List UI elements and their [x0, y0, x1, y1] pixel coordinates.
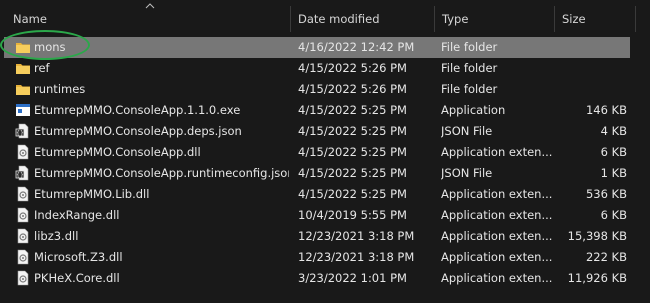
dll-icon	[15, 228, 31, 244]
file-type: File folder	[441, 61, 498, 75]
file-row[interactable]: mons 4/16/2022 12:42 PM File folder	[4, 37, 630, 58]
file-name: libz3.dll	[34, 229, 79, 243]
file-row[interactable]: {} EtumrepMMO.ConsoleApp.runtimeconfig.js…	[0, 163, 632, 184]
file-type: File folder	[441, 82, 498, 96]
file-size: 11,926 KB	[567, 271, 627, 285]
column-divider[interactable]	[434, 6, 435, 32]
file-type: Application exten...	[441, 250, 553, 264]
file-row[interactable]: IndexRange.dll 10/4/2019 5:55 PM Applicati…	[0, 205, 632, 226]
column-divider[interactable]	[554, 6, 555, 32]
exe-icon	[15, 102, 31, 118]
file-type: File folder	[441, 40, 498, 54]
file-row[interactable]: EtumrepMMO.Lib.dll 4/15/2022 5:25 PM Appli…	[0, 184, 632, 205]
file-type: Application exten...	[441, 187, 553, 201]
file-size: 536 KB	[585, 187, 627, 201]
file-size: 222 KB	[585, 250, 627, 264]
file-name: EtumrepMMO.ConsoleApp.runtimeconfig.json	[34, 166, 289, 180]
column-header-name[interactable]: Name	[13, 12, 47, 26]
file-date-modified: 4/15/2022 5:26 PM	[298, 61, 407, 75]
column-header-type[interactable]: Type	[442, 12, 468, 26]
file-row[interactable]: {} EtumrepMMO.ConsoleApp.deps.json 4/15/20…	[0, 121, 632, 142]
file-date-modified: 4/16/2022 12:42 PM	[298, 40, 415, 54]
column-header-size[interactable]: Size	[562, 12, 586, 26]
file-type: JSON File	[441, 124, 493, 138]
file-date-modified: 4/15/2022 5:26 PM	[298, 82, 407, 96]
file-name: EtumrepMMO.ConsoleApp.dll	[34, 145, 201, 159]
file-row[interactable]: Microsoft.Z3.dll 12/23/2021 3:18 PM Applic…	[0, 247, 632, 268]
file-date-modified: 4/15/2022 5:25 PM	[298, 124, 407, 138]
folder-icon	[15, 60, 31, 76]
dll-icon	[15, 186, 31, 202]
dll-icon	[15, 249, 31, 265]
file-row[interactable]: EtumrepMMO.ConsoleApp.1.1.0.exe 4/15/2022…	[0, 100, 632, 121]
file-row[interactable]: EtumrepMMO.ConsoleApp.dll 4/15/2022 5:25 …	[0, 142, 632, 163]
file-type: Application exten...	[441, 145, 553, 159]
file-type: Application exten...	[441, 229, 553, 243]
file-size: 146 KB	[585, 103, 627, 117]
file-row[interactable]: libz3.dll 12/23/2021 3:18 PM Application e…	[0, 226, 632, 247]
file-date-modified: 4/15/2022 5:25 PM	[298, 145, 407, 159]
dll-icon	[15, 144, 31, 160]
file-date-modified: 10/4/2019 5:55 PM	[298, 208, 407, 222]
json-icon: {}	[15, 165, 31, 181]
file-type: JSON File	[441, 166, 493, 180]
file-row[interactable]: ref 4/15/2022 5:26 PM File folder	[0, 58, 632, 79]
file-size: 6 KB	[600, 208, 627, 222]
folder-icon	[15, 81, 31, 97]
dll-icon	[15, 207, 31, 223]
file-type: Application	[441, 103, 506, 117]
column-header-date-modified[interactable]: Date modified	[298, 12, 380, 26]
file-size: 1 KB	[600, 166, 627, 180]
file-date-modified: 12/23/2021 3:18 PM	[298, 250, 415, 264]
file-date-modified: 4/15/2022 5:25 PM	[298, 187, 407, 201]
file-row[interactable]: PKHeX.Core.dll 3/23/2022 1:01 PM Applicati…	[0, 268, 632, 289]
column-divider[interactable]	[635, 6, 636, 32]
file-size: 6 KB	[600, 145, 627, 159]
file-type: Application exten...	[441, 208, 553, 222]
file-type: Application exten...	[441, 271, 553, 285]
json-icon: {}	[15, 123, 31, 139]
svg-text:{}: {}	[16, 172, 24, 179]
file-date-modified: 4/15/2022 5:25 PM	[298, 103, 407, 117]
file-date-modified: 12/23/2021 3:18 PM	[298, 229, 415, 243]
file-date-modified: 3/23/2022 1:01 PM	[298, 271, 407, 285]
svg-text:{}: {}	[16, 130, 24, 137]
file-name: runtimes	[34, 82, 86, 96]
dll-icon	[15, 270, 31, 286]
column-divider[interactable]	[290, 6, 291, 32]
file-name: PKHeX.Core.dll	[34, 271, 120, 285]
file-name: ref	[34, 61, 50, 75]
file-name: Microsoft.Z3.dll	[34, 250, 123, 264]
sort-ascending-icon	[145, 3, 155, 9]
file-name: IndexRange.dll	[34, 208, 120, 222]
file-size: 15,398 KB	[567, 229, 627, 243]
file-date-modified: 4/15/2022 5:25 PM	[298, 166, 407, 180]
file-name: EtumrepMMO.ConsoleApp.deps.json	[34, 124, 242, 138]
file-row[interactable]: runtimes 4/15/2022 5:26 PM File folder	[0, 79, 632, 100]
column-header-bar: Name Date modified Type Size	[0, 0, 650, 36]
file-name: EtumrepMMO.Lib.dll	[34, 187, 150, 201]
file-size: 4 KB	[600, 124, 627, 138]
file-name: EtumrepMMO.ConsoleApp.1.1.0.exe	[34, 103, 241, 117]
annotation-highlight-circle	[0, 30, 90, 60]
